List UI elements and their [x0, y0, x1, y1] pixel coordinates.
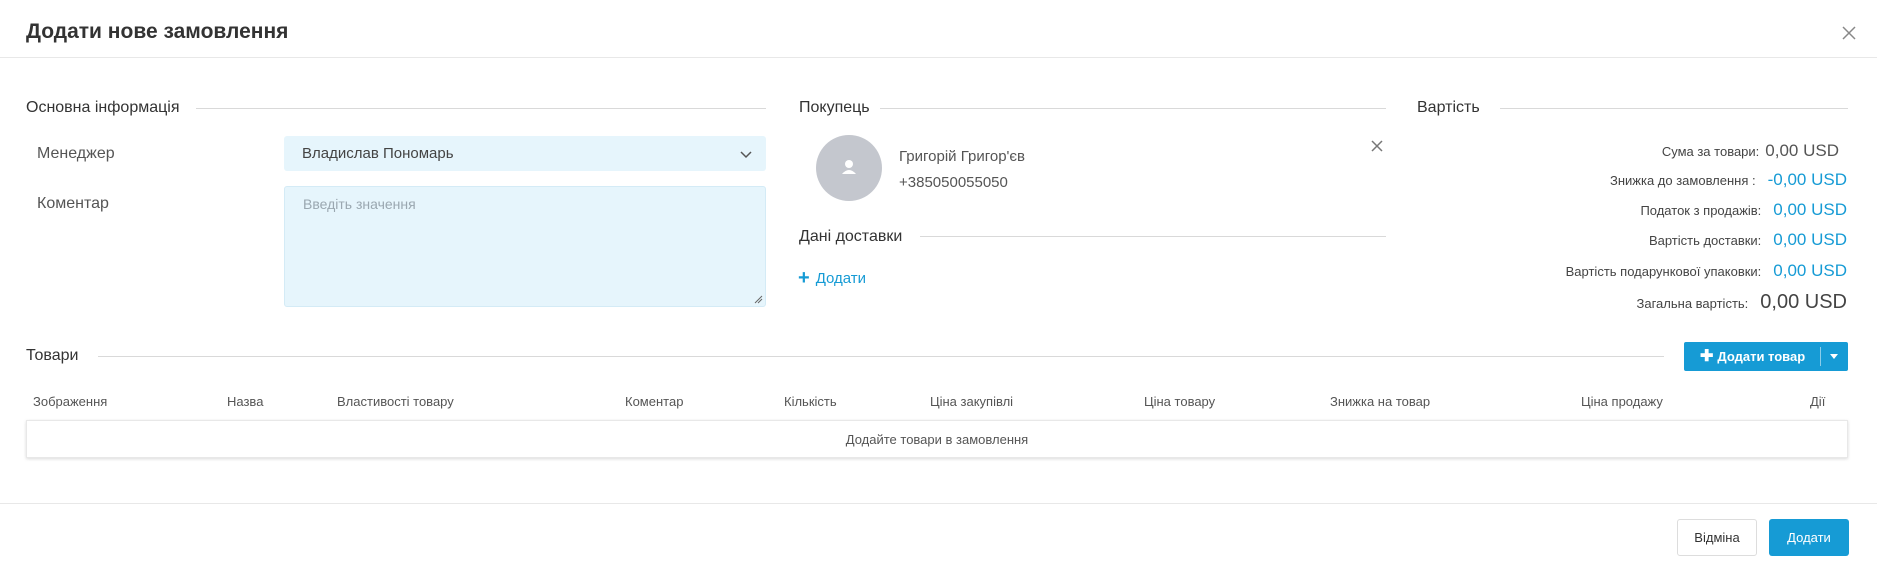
submit-button[interactable]: Додати: [1769, 519, 1849, 556]
column-header-purchase-price[interactable]: Ціна закупівлі: [930, 394, 1013, 409]
cancel-button[interactable]: Відміна: [1677, 519, 1757, 556]
section-divider: [880, 108, 1386, 109]
add-product-dropdown-icon[interactable]: [1820, 342, 1848, 371]
add-product-label: Додати товар: [1717, 349, 1806, 364]
chevron-down-icon: [740, 151, 752, 159]
avatar: [816, 135, 882, 201]
cost-row-gift-wrap: Вартість подарункової упаковки: 0,00 USD: [1565, 261, 1847, 280]
manager-label: Менеджер: [37, 145, 115, 162]
section-title-delivery: Дані доставки: [799, 228, 903, 245]
comment-label: Коментар: [37, 195, 109, 212]
manager-select[interactable]: Владислав Пономарь: [284, 136, 766, 171]
column-header-sale-price[interactable]: Ціна продажу: [1581, 394, 1663, 409]
column-header-image[interactable]: Зображення: [33, 394, 107, 409]
remove-buyer-icon[interactable]: [1370, 139, 1384, 153]
cost-row-sales-tax: Податок з продажів: 0,00 USD: [1640, 200, 1847, 219]
column-header-comment[interactable]: Коментар: [625, 394, 683, 409]
add-delivery-label: Додати: [815, 270, 867, 287]
section-title-products: Товари: [26, 347, 79, 364]
column-header-name[interactable]: Назва: [227, 394, 263, 409]
modal-footer-divider: [0, 503, 1877, 504]
section-divider: [1500, 108, 1848, 109]
section-divider: [98, 356, 1664, 357]
section-title-cost: Вартість: [1417, 99, 1480, 116]
cost-row-delivery: Вартість доставки: 0,00 USD: [1648, 230, 1847, 249]
modal-header: Додати нове замовлення: [0, 0, 1877, 58]
column-header-product-discount[interactable]: Знижка на товар: [1330, 394, 1430, 409]
products-empty-row: Додайте товари в замовлення: [26, 420, 1848, 458]
close-icon[interactable]: [1838, 22, 1860, 44]
add-product-button[interactable]: ✚ Додати товар: [1684, 342, 1820, 371]
plus-icon: ✚: [1700, 348, 1714, 365]
section-title-buyer: Покупець: [799, 99, 870, 116]
section-divider: [920, 236, 1386, 237]
column-header-quantity[interactable]: Кількість: [784, 394, 837, 409]
add-product-split-button: ✚ Додати товар: [1684, 342, 1848, 371]
comment-textarea[interactable]: [284, 186, 766, 307]
column-header-product-price[interactable]: Ціна товару: [1144, 394, 1215, 409]
section-title-main-info: Основна інформація: [26, 99, 180, 116]
buyer-name: Григорій Григор'єв: [899, 148, 1026, 165]
plus-icon: +: [798, 267, 810, 289]
section-divider: [196, 108, 766, 109]
add-delivery-button[interactable]: + Додати: [798, 266, 866, 289]
resize-handle-icon[interactable]: [754, 295, 763, 304]
cost-row-total: Загальна вартість: 0,00 USD: [1636, 291, 1847, 313]
manager-select-value: Владислав Пономарь: [302, 145, 454, 162]
modal-title: Додати нове замовлення: [26, 20, 289, 43]
buyer-phone: +385050055050: [899, 174, 1008, 191]
user-icon: [842, 160, 856, 174]
cost-row-order-discount: Знижка до замовлення : -0,00 USD: [1609, 170, 1847, 189]
cost-row-products-sum: Сума за товари: 0,00 USD: [1661, 141, 1839, 160]
column-header-actions: Дії: [1810, 394, 1826, 409]
column-header-properties[interactable]: Властивості товару: [337, 394, 454, 409]
